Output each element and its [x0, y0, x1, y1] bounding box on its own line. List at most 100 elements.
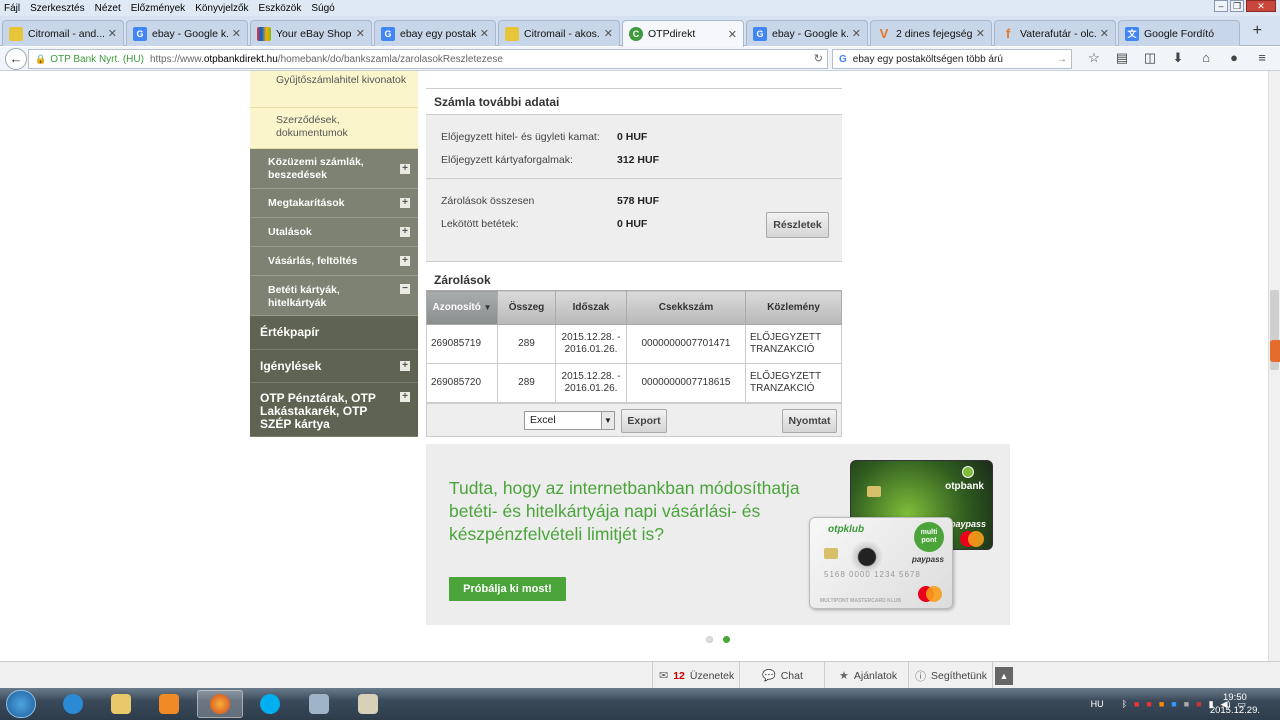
side-feedback-tab[interactable]	[1270, 340, 1280, 362]
expand-plus-icon[interactable]: +	[400, 198, 410, 208]
offers-button[interactable]: ★ Ajánlatok	[824, 662, 908, 689]
sidebar-item-otp-penztarak[interactable]: OTP Pénztárak, OTP Lakástakarék, OTP SZÉ…	[250, 383, 418, 437]
tab-vaterafutar[interactable]: f Vaterafutár - olc... ✕	[994, 20, 1116, 46]
tab-citromail-2[interactable]: Citromail - akos... ✕	[498, 20, 620, 46]
menu-help[interactable]: Súgó	[311, 3, 334, 14]
url-bar[interactable]: 🔒 OTP Bank Nyrt. (HU) https://www.otpban…	[28, 49, 828, 69]
tab-otpdirekt[interactable]: C OTPdirekt ✕	[622, 20, 744, 47]
expand-plus-icon[interactable]: +	[400, 361, 410, 371]
sidebar-item-megtakaritasok[interactable]: Megtakarítások +	[250, 189, 418, 218]
tray-app-icon[interactable]: ■	[1184, 699, 1189, 709]
sidebar-item-kartyak[interactable]: Betéti kártyák, hitelkártyák −	[250, 276, 418, 316]
col-header-idoszak[interactable]: Időszak	[555, 290, 627, 325]
tab-citromail-1[interactable]: Citromail - and... ✕	[2, 20, 124, 46]
paint-icon[interactable]	[345, 690, 391, 718]
tab-google-ebay-2[interactable]: Gebay - Google k... ✕	[746, 20, 868, 46]
tab-vatera[interactable]: V 2 dines fejegség... ✕	[870, 20, 992, 46]
collapse-bar-button[interactable]: ▲	[992, 662, 1016, 689]
details-button[interactable]: Részletek	[766, 212, 829, 238]
bookmark-star-icon[interactable]: ☆	[1080, 50, 1108, 66]
mastercard-logo-icon	[918, 586, 942, 602]
expand-plus-icon[interactable]: +	[400, 256, 410, 266]
hamburger-menu-icon[interactable]: ≡	[1248, 50, 1276, 66]
utility-bar: ✉ 12 Üzenetek 💬 Chat ★ Ajánlatok ⓘ Segíthetün…	[0, 661, 1280, 689]
menu-file[interactable]: Fájl	[4, 3, 20, 14]
menu-edit[interactable]: Szerkesztés	[30, 3, 84, 14]
close-tab-icon[interactable]: ✕	[356, 27, 365, 40]
col-header-kozlemeny[interactable]: Közlemény	[745, 290, 842, 325]
start-button-icon[interactable]	[6, 690, 36, 718]
home-icon[interactable]: ⌂	[1192, 50, 1220, 66]
calculator-icon[interactable]	[296, 690, 342, 718]
search-go-icon[interactable]: →	[1057, 54, 1067, 65]
menu-view[interactable]: Nézet	[95, 3, 121, 14]
collapse-minus-icon[interactable]: −	[400, 284, 410, 294]
close-tab-icon[interactable]: ✕	[1100, 27, 1109, 40]
new-tab-icon[interactable]: +	[1253, 22, 1262, 40]
tab-label: Citromail - akos...	[524, 27, 600, 40]
promo-banner[interactable]: Tudta, hogy az internetbankban módosítha…	[426, 444, 1010, 625]
tray-app-icon[interactable]: ■	[1159, 699, 1164, 709]
sidebar-item-szerzodesek[interactable]: Szerződések, dokumentumok	[250, 108, 418, 149]
reading-list-icon[interactable]: ▤	[1108, 50, 1136, 66]
expand-plus-icon[interactable]: +	[400, 227, 410, 237]
chat-bubble-icon[interactable]: ●	[1220, 50, 1248, 66]
print-button[interactable]: Nyomtat	[782, 409, 837, 433]
minimize-icon[interactable]: –	[1214, 0, 1228, 12]
site-identity[interactable]: OTP Bank Nyrt. (HU)	[50, 54, 144, 65]
download-icon[interactable]: ⬇	[1164, 50, 1192, 66]
internet-explorer-icon[interactable]	[50, 690, 96, 718]
pocket-icon[interactable]: ◫	[1136, 50, 1164, 66]
tray-app-icon[interactable]: ■	[1146, 699, 1151, 709]
close-tab-icon[interactable]: ✕	[480, 27, 489, 40]
firefox-icon[interactable]	[197, 690, 243, 718]
carousel-dot-active[interactable]	[723, 636, 730, 643]
export-button[interactable]: Export	[621, 409, 667, 433]
close-tab-icon[interactable]: ✕	[108, 27, 117, 40]
close-tab-icon[interactable]: ✕	[232, 27, 241, 40]
col-header-azonosito[interactable]: Azonosító ▼	[426, 290, 498, 325]
close-tab-icon[interactable]: ✕	[604, 27, 613, 40]
reload-icon[interactable]: ↻	[814, 52, 823, 65]
tab-ebay-shop[interactable]: Your eBay Shop... ✕	[250, 20, 372, 46]
file-explorer-icon[interactable]	[98, 690, 144, 718]
menu-tools[interactable]: Eszközök	[259, 3, 302, 14]
expand-plus-icon[interactable]: +	[400, 392, 410, 402]
sidebar-item-utalasok[interactable]: Utalások +	[250, 218, 418, 247]
chat-button[interactable]: 💬 Chat	[739, 662, 824, 689]
carousel-dot[interactable]	[706, 636, 713, 643]
language-indicator[interactable]: HU	[1091, 699, 1104, 709]
col-header-csekkszam[interactable]: Csekkszám	[626, 290, 746, 325]
tray-app-icon[interactable]: ■	[1171, 699, 1176, 709]
sidebar-item-ertekpapir[interactable]: Értékpapír	[250, 316, 418, 350]
skype-icon[interactable]	[247, 690, 293, 718]
sidebar-item-gyujtoszamla[interactable]: Gyűjtőszámlahitel kivonatok	[250, 71, 418, 108]
menu-history[interactable]: Előzmények	[131, 3, 185, 14]
clock[interactable]: 19:50 2015.12.29.	[1210, 691, 1260, 717]
tab-google-postak[interactable]: Gebay egy postak... ✕	[374, 20, 496, 46]
messages-button[interactable]: ✉ 12 Üzenetek	[652, 662, 739, 689]
media-player-icon[interactable]	[146, 690, 192, 718]
col-header-osszeg[interactable]: Összeg	[497, 290, 556, 325]
tray-app-icon[interactable]: ■	[1134, 699, 1139, 709]
close-tab-icon[interactable]: ✕	[852, 27, 861, 40]
sidebar-item-vasarlas[interactable]: Vásárlás, feltöltés +	[250, 247, 418, 276]
help-button[interactable]: ⓘ Segíthetünk	[908, 662, 992, 689]
try-now-button[interactable]: Próbálja ki most!	[449, 577, 566, 601]
back-icon[interactable]: ←	[5, 48, 27, 70]
search-bar[interactable]: G ebay egy postaköltségen több árú →	[832, 49, 1072, 69]
close-icon[interactable]: ✕	[1246, 0, 1276, 12]
menu-bookmarks[interactable]: Könyvjelzők	[195, 3, 248, 14]
sidebar-item-igenylesek[interactable]: Igénylések +	[250, 350, 418, 383]
restore-icon[interactable]: ❐	[1230, 0, 1244, 12]
tab-google-translate[interactable]: 文 Google Fordító	[1118, 20, 1240, 46]
bluetooth-icon[interactable]: ᛒ	[1122, 699, 1127, 709]
expand-plus-icon[interactable]: +	[400, 163, 410, 174]
chevron-down-icon[interactable]: ▼	[601, 412, 614, 429]
tray-app-icon[interactable]: ■	[1196, 699, 1201, 709]
sidebar-item-kozuzemi[interactable]: Közüzemi számlák, beszedések +	[250, 149, 418, 189]
close-tab-icon[interactable]: ✕	[728, 28, 737, 41]
export-format-select[interactable]: Excel ▼	[524, 411, 615, 430]
close-tab-icon[interactable]: ✕	[976, 27, 985, 40]
tab-google-ebay[interactable]: Gebay - Google k... ✕	[126, 20, 248, 46]
